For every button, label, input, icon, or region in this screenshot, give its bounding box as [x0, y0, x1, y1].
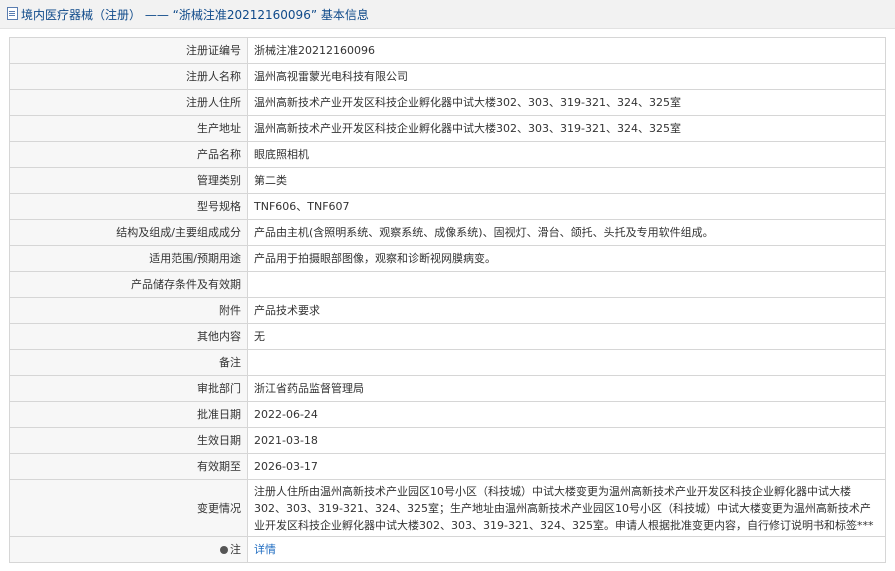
- table-row: 变更情况 注册人住所由温州高新技术产业园区10号小区（科技城）中试大楼变更为温州高…: [9, 479, 886, 537]
- row-value: 产品由主机(含照明系统、观察系统、成像系统)、固视灯、滑台、颌托、头托及专用软件…: [247, 219, 886, 246]
- page-title: 境内医疗器械（注册） —— “浙械注准20212160096” 基本信息: [21, 8, 369, 22]
- row-label: 产品名称: [9, 141, 248, 168]
- row-value: 无: [247, 323, 886, 350]
- note-label: 注: [230, 543, 241, 556]
- note-icon: [220, 546, 228, 554]
- note-row: 注 详情: [9, 536, 886, 563]
- row-value: 温州高视雷蒙光电科技有限公司: [247, 63, 886, 90]
- row-value: 第二类: [247, 167, 886, 194]
- row-value: 眼底照相机: [247, 141, 886, 168]
- table-row: 审批部门 浙江省药品监督管理局: [9, 375, 886, 402]
- row-label: 产品储存条件及有效期: [9, 271, 248, 298]
- row-label: 附件: [9, 297, 248, 324]
- row-value: 温州高新技术产业开发区科技企业孵化器中试大楼302、303、319-321、32…: [247, 89, 886, 116]
- row-value: 2026-03-17: [247, 453, 886, 480]
- row-label: 管理类别: [9, 167, 248, 194]
- row-value: 浙江省药品监督管理局: [247, 375, 886, 402]
- row-value: [247, 349, 886, 376]
- row-value: 注册人住所由温州高新技术产业园区10号小区（科技城）中试大楼变更为温州高新技术产…: [247, 479, 886, 537]
- row-label: 备注: [9, 349, 248, 376]
- page-header: 境内医疗器械（注册） —— “浙械注准20212160096” 基本信息: [0, 0, 895, 29]
- row-value: 产品用于拍摄眼部图像，观察和诊断视网膜病变。: [247, 245, 886, 272]
- row-value: 温州高新技术产业开发区科技企业孵化器中试大楼302、303、319-321、32…: [247, 115, 886, 142]
- row-label: 注册证编号: [9, 37, 248, 64]
- detail-link[interactable]: 详情: [254, 543, 276, 556]
- table-row: 附件 产品技术要求: [9, 297, 886, 324]
- table-row: 注册人名称 温州高视雷蒙光电科技有限公司: [9, 63, 886, 90]
- row-value: 2022-06-24: [247, 401, 886, 428]
- row-label: 结构及组成/主要组成成分: [9, 219, 248, 246]
- row-label: 其他内容: [9, 323, 248, 350]
- table-row: 产品名称 眼底照相机: [9, 141, 886, 168]
- table-row: 备注: [9, 349, 886, 376]
- table-row: 适用范围/预期用途 产品用于拍摄眼部图像，观察和诊断视网膜病变。: [9, 245, 886, 272]
- table-row: 型号规格 TNF606、TNF607: [9, 193, 886, 220]
- row-label: 注册人名称: [9, 63, 248, 90]
- table-row: 注册人住所 温州高新技术产业开发区科技企业孵化器中试大楼302、303、319-3…: [9, 89, 886, 116]
- row-label: 批准日期: [9, 401, 248, 428]
- row-label: 生效日期: [9, 427, 248, 454]
- table-row: 其他内容无: [9, 323, 886, 350]
- row-label: 有效期至: [9, 453, 248, 480]
- row-label: 变更情况: [9, 479, 248, 537]
- note-label-cell: 注: [9, 536, 248, 563]
- note-value-cell: 详情: [247, 536, 886, 563]
- row-label: 适用范围/预期用途: [9, 245, 248, 272]
- row-value: 浙械注准20212160096: [247, 37, 886, 64]
- row-value: 产品技术要求: [247, 297, 886, 324]
- table-row: 生效日期 2021-03-18: [9, 427, 886, 454]
- table-row: 批准日期 2022-06-24: [9, 401, 886, 428]
- row-value: [247, 271, 886, 298]
- row-label: 生产地址: [9, 115, 248, 142]
- info-table: 注册证编号 浙械注准20212160096 注册人名称 温州高视雷蒙光电科技有限公司…: [9, 37, 886, 563]
- row-value: 2021-03-18: [247, 427, 886, 454]
- table-row: 生产地址 温州高新技术产业开发区科技企业孵化器中试大楼302、303、319-32…: [9, 115, 886, 142]
- table-row: 有效期至 2026-03-17: [9, 453, 886, 480]
- table-row: 注册证编号 浙械注准20212160096: [9, 37, 886, 64]
- table-row: 产品储存条件及有效期: [9, 271, 886, 298]
- table-row: 结构及组成/主要组成成分 产品由主机(含照明系统、观察系统、成像系统)、固视灯、滑…: [9, 219, 886, 246]
- row-label: 审批部门: [9, 375, 248, 402]
- document-icon: [7, 7, 18, 20]
- table-row: 管理类别 第二类: [9, 167, 886, 194]
- row-value: TNF606、TNF607: [247, 193, 886, 220]
- row-label: 型号规格: [9, 193, 248, 220]
- row-label: 注册人住所: [9, 89, 248, 116]
